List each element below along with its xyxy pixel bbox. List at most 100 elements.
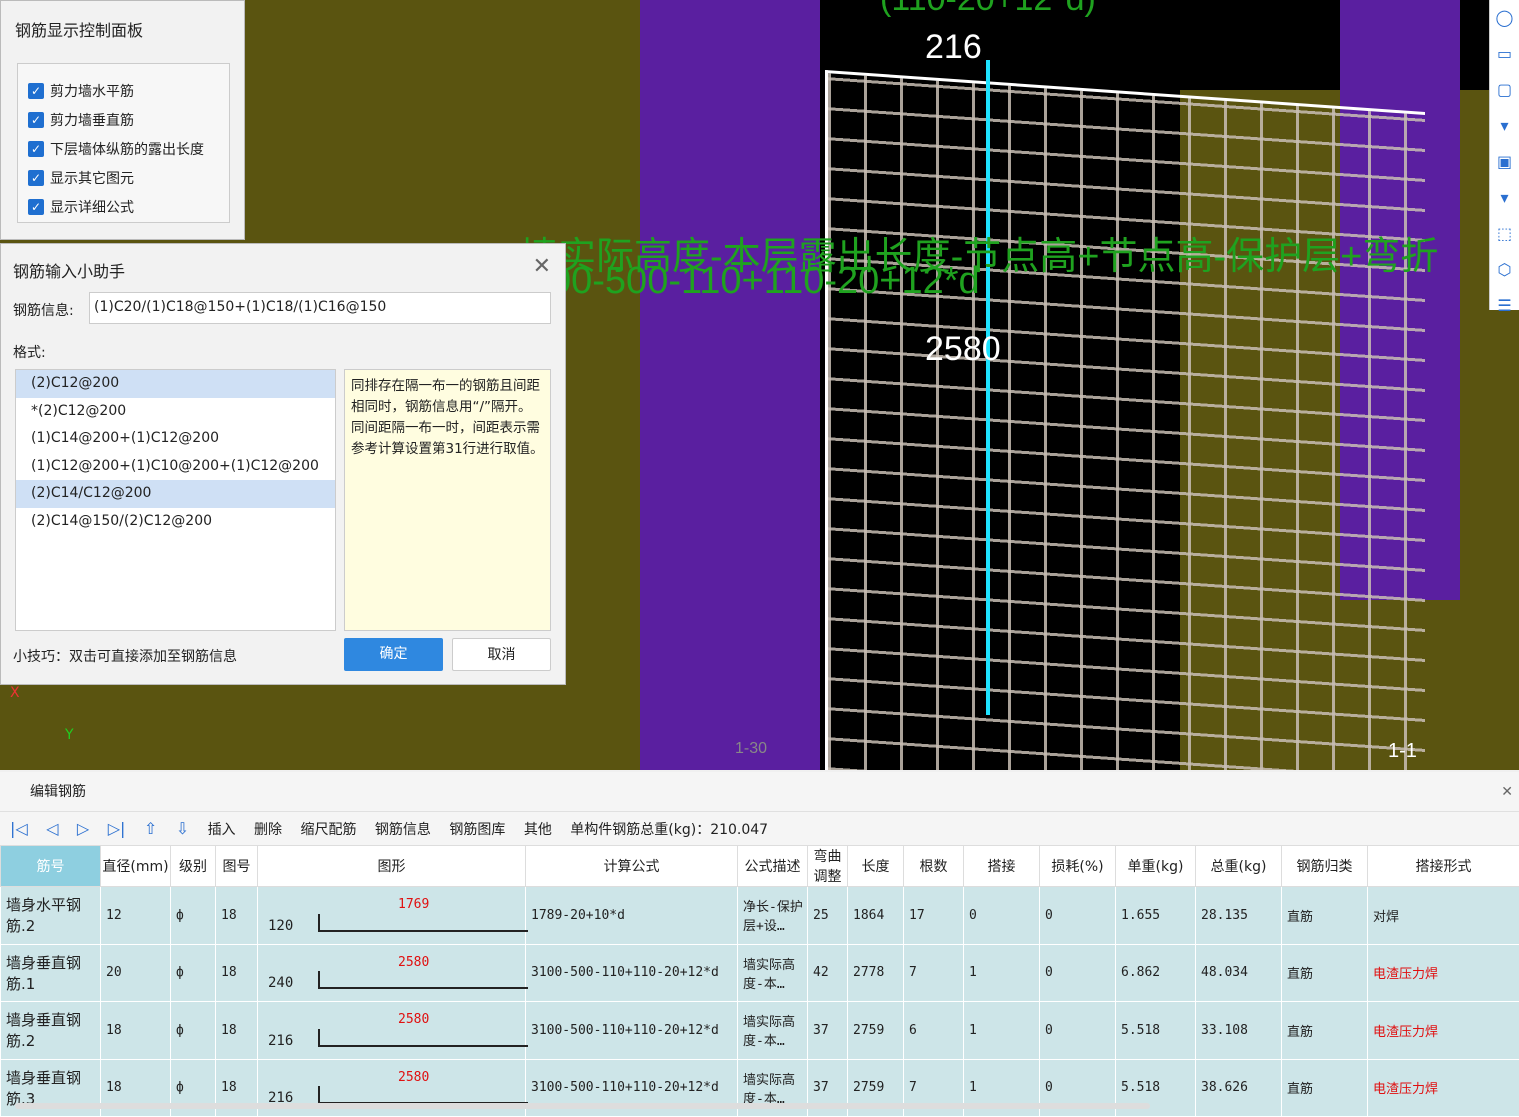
- cell-count[interactable]: 6: [904, 1002, 964, 1060]
- 2d-icon[interactable]: ▭: [1490, 36, 1519, 72]
- format-item[interactable]: (2)C14/C12@200: [16, 480, 335, 508]
- cell-grade[interactable]: ф: [171, 887, 216, 945]
- move-down-icon[interactable]: ⇩: [176, 819, 189, 838]
- cell-join[interactable]: 对焊: [1368, 887, 1519, 945]
- cell-lap[interactable]: 0: [964, 887, 1040, 945]
- layers-icon[interactable]: ☰: [1490, 288, 1519, 324]
- cell-lap[interactable]: 1: [964, 944, 1040, 1002]
- column-header[interactable]: 图号: [216, 846, 258, 887]
- cell-join[interactable]: 电渣压力焊: [1368, 1059, 1519, 1117]
- close-icon[interactable]: ✕: [533, 254, 551, 279]
- cell-cat[interactable]: 直筋: [1282, 1002, 1368, 1060]
- cell-loss[interactable]: 0: [1040, 1002, 1116, 1060]
- cell-formula[interactable]: 3100-500-110+110-20+12*d: [526, 1002, 738, 1060]
- cell-total[interactable]: 48.034: [1196, 944, 1282, 1002]
- close-icon[interactable]: ✕: [1501, 772, 1513, 812]
- format-item[interactable]: (1)C14@200+(1)C12@200: [16, 425, 335, 453]
- next-icon[interactable]: ▷: [77, 819, 89, 838]
- scale-button[interactable]: 缩尺配筋: [300, 822, 356, 838]
- format-item[interactable]: (2)C12@200: [16, 370, 335, 398]
- cell-shape[interactable]: 2402580: [258, 944, 526, 1002]
- column-header[interactable]: 长度: [848, 846, 904, 887]
- cell-dia[interactable]: 18: [101, 1002, 171, 1060]
- cell-fig[interactable]: 18: [216, 1002, 258, 1060]
- cell-desc[interactable]: 墙实际高度-本…: [738, 944, 808, 1002]
- column-header[interactable]: 搭接形式: [1368, 846, 1519, 887]
- cell-loss[interactable]: 0: [1040, 887, 1116, 945]
- column-header[interactable]: 弯曲调整: [808, 846, 848, 887]
- cell-formula[interactable]: 3100-500-110+110-20+12*d: [526, 944, 738, 1002]
- cell-total[interactable]: 38.626: [1196, 1059, 1282, 1117]
- cell-name[interactable]: 墙身垂直钢筋.1: [1, 944, 101, 1002]
- cell-cat[interactable]: 直筋: [1282, 887, 1368, 945]
- delete-button[interactable]: 删除: [254, 822, 282, 838]
- cell-unit[interactable]: 5.518: [1116, 1002, 1196, 1060]
- cell-cat[interactable]: 直筋: [1282, 1059, 1368, 1117]
- cell-grade[interactable]: ф: [171, 944, 216, 1002]
- prev-icon[interactable]: ◁: [46, 819, 58, 838]
- format-list[interactable]: (2)C12@200 *(2)C12@200 (1)C14@200+(1)C12…: [15, 369, 336, 631]
- cell-name[interactable]: 墙身垂直钢筋.2: [1, 1002, 101, 1060]
- selected-rebar[interactable]: [986, 60, 990, 715]
- cell-shape[interactable]: 1201769: [258, 887, 526, 945]
- ok-button[interactable]: 确定: [344, 638, 443, 671]
- select-box-icon[interactable]: ⬚: [1490, 216, 1519, 252]
- column-header[interactable]: 计算公式: [526, 846, 738, 887]
- cell-count[interactable]: 7: [904, 944, 964, 1002]
- cell-loss[interactable]: 0: [1040, 944, 1116, 1002]
- cell-bend[interactable]: 42: [808, 944, 848, 1002]
- column-header[interactable]: 单重(kg): [1116, 846, 1196, 887]
- info-button[interactable]: 钢筋信息: [375, 822, 431, 838]
- cell-grade[interactable]: ф: [171, 1002, 216, 1060]
- table-row[interactable]: 墙身垂直钢筋.218ф1821625803100-500-110+110-20+…: [1, 1002, 1519, 1060]
- cell-desc[interactable]: 净长-保护层+设…: [738, 887, 808, 945]
- cell-fig[interactable]: 18: [216, 887, 258, 945]
- table-row[interactable]: 墙身水平钢筋.212ф1812017691789-20+10*d净长-保护层+设…: [1, 887, 1519, 945]
- cell-total[interactable]: 33.108: [1196, 1002, 1282, 1060]
- cube-solid-icon[interactable]: ▣: [1490, 144, 1519, 180]
- other-menu[interactable]: 其他: [524, 822, 552, 838]
- column-header[interactable]: 直径(mm): [101, 846, 171, 887]
- cell-name[interactable]: 墙身水平钢筋.2: [1, 887, 101, 945]
- column-header[interactable]: 根数: [904, 846, 964, 887]
- option-detailed-formula[interactable]: ✓显示详细公式: [28, 192, 219, 221]
- column-header[interactable]: 总重(kg): [1196, 846, 1282, 887]
- cell-unit[interactable]: 1.655: [1116, 887, 1196, 945]
- cube-icon[interactable]: ▢: [1490, 72, 1519, 108]
- rebar-info-input[interactable]: (1)C20/(1)C18@150+(1)C18/(1)C16@150: [89, 292, 551, 324]
- view-cube-icon[interactable]: ⬡: [1490, 252, 1519, 288]
- cell-dia[interactable]: 20: [101, 944, 171, 1002]
- cell-total[interactable]: 28.135: [1196, 887, 1282, 945]
- column-header[interactable]: 钢筋归类: [1282, 846, 1368, 887]
- caret-icon[interactable]: ▾: [1490, 108, 1519, 144]
- cell-len[interactable]: 2759: [848, 1002, 904, 1060]
- last-icon[interactable]: ▷|: [108, 819, 126, 838]
- cell-formula[interactable]: 1789-20+10*d: [526, 887, 738, 945]
- cell-count[interactable]: 17: [904, 887, 964, 945]
- cell-bend[interactable]: 37: [808, 1002, 848, 1060]
- cell-dia[interactable]: 12: [101, 887, 171, 945]
- cell-lap[interactable]: 1: [964, 1002, 1040, 1060]
- rebar-mesh[interactable]: [825, 70, 1425, 770]
- orbit-icon[interactable]: ◯: [1490, 0, 1519, 36]
- column-header[interactable]: 搭接: [964, 846, 1040, 887]
- column-header[interactable]: 筋号: [1, 846, 101, 887]
- format-item[interactable]: (2)C14@150/(2)C12@200: [16, 508, 335, 536]
- format-item[interactable]: *(2)C12@200: [16, 398, 335, 426]
- option-other-elements[interactable]: ✓显示其它图元: [28, 163, 219, 192]
- cell-fig[interactable]: 18: [216, 944, 258, 1002]
- column-header[interactable]: 损耗(%): [1040, 846, 1116, 887]
- first-icon[interactable]: |◁: [10, 819, 28, 838]
- format-item[interactable]: (1)C12@200+(1)C10@200+(1)C12@200: [16, 453, 335, 481]
- cancel-button[interactable]: 取消: [452, 638, 551, 671]
- caret-icon[interactable]: ▾: [1490, 180, 1519, 216]
- cell-bend[interactable]: 25: [808, 887, 848, 945]
- move-up-icon[interactable]: ⇧: [144, 819, 157, 838]
- cell-join[interactable]: 电渣压力焊: [1368, 944, 1519, 1002]
- option-horizontal[interactable]: ✓剪力墙水平筋: [28, 76, 219, 105]
- option-vertical[interactable]: ✓剪力墙垂直筋: [28, 105, 219, 134]
- cell-desc[interactable]: 墙实际高度-本…: [738, 1002, 808, 1060]
- cell-len[interactable]: 2778: [848, 944, 904, 1002]
- table-row[interactable]: 墙身垂直钢筋.120ф1824025803100-500-110+110-20+…: [1, 944, 1519, 1002]
- option-exposed-length[interactable]: ✓下层墙体纵筋的露出长度: [28, 134, 219, 163]
